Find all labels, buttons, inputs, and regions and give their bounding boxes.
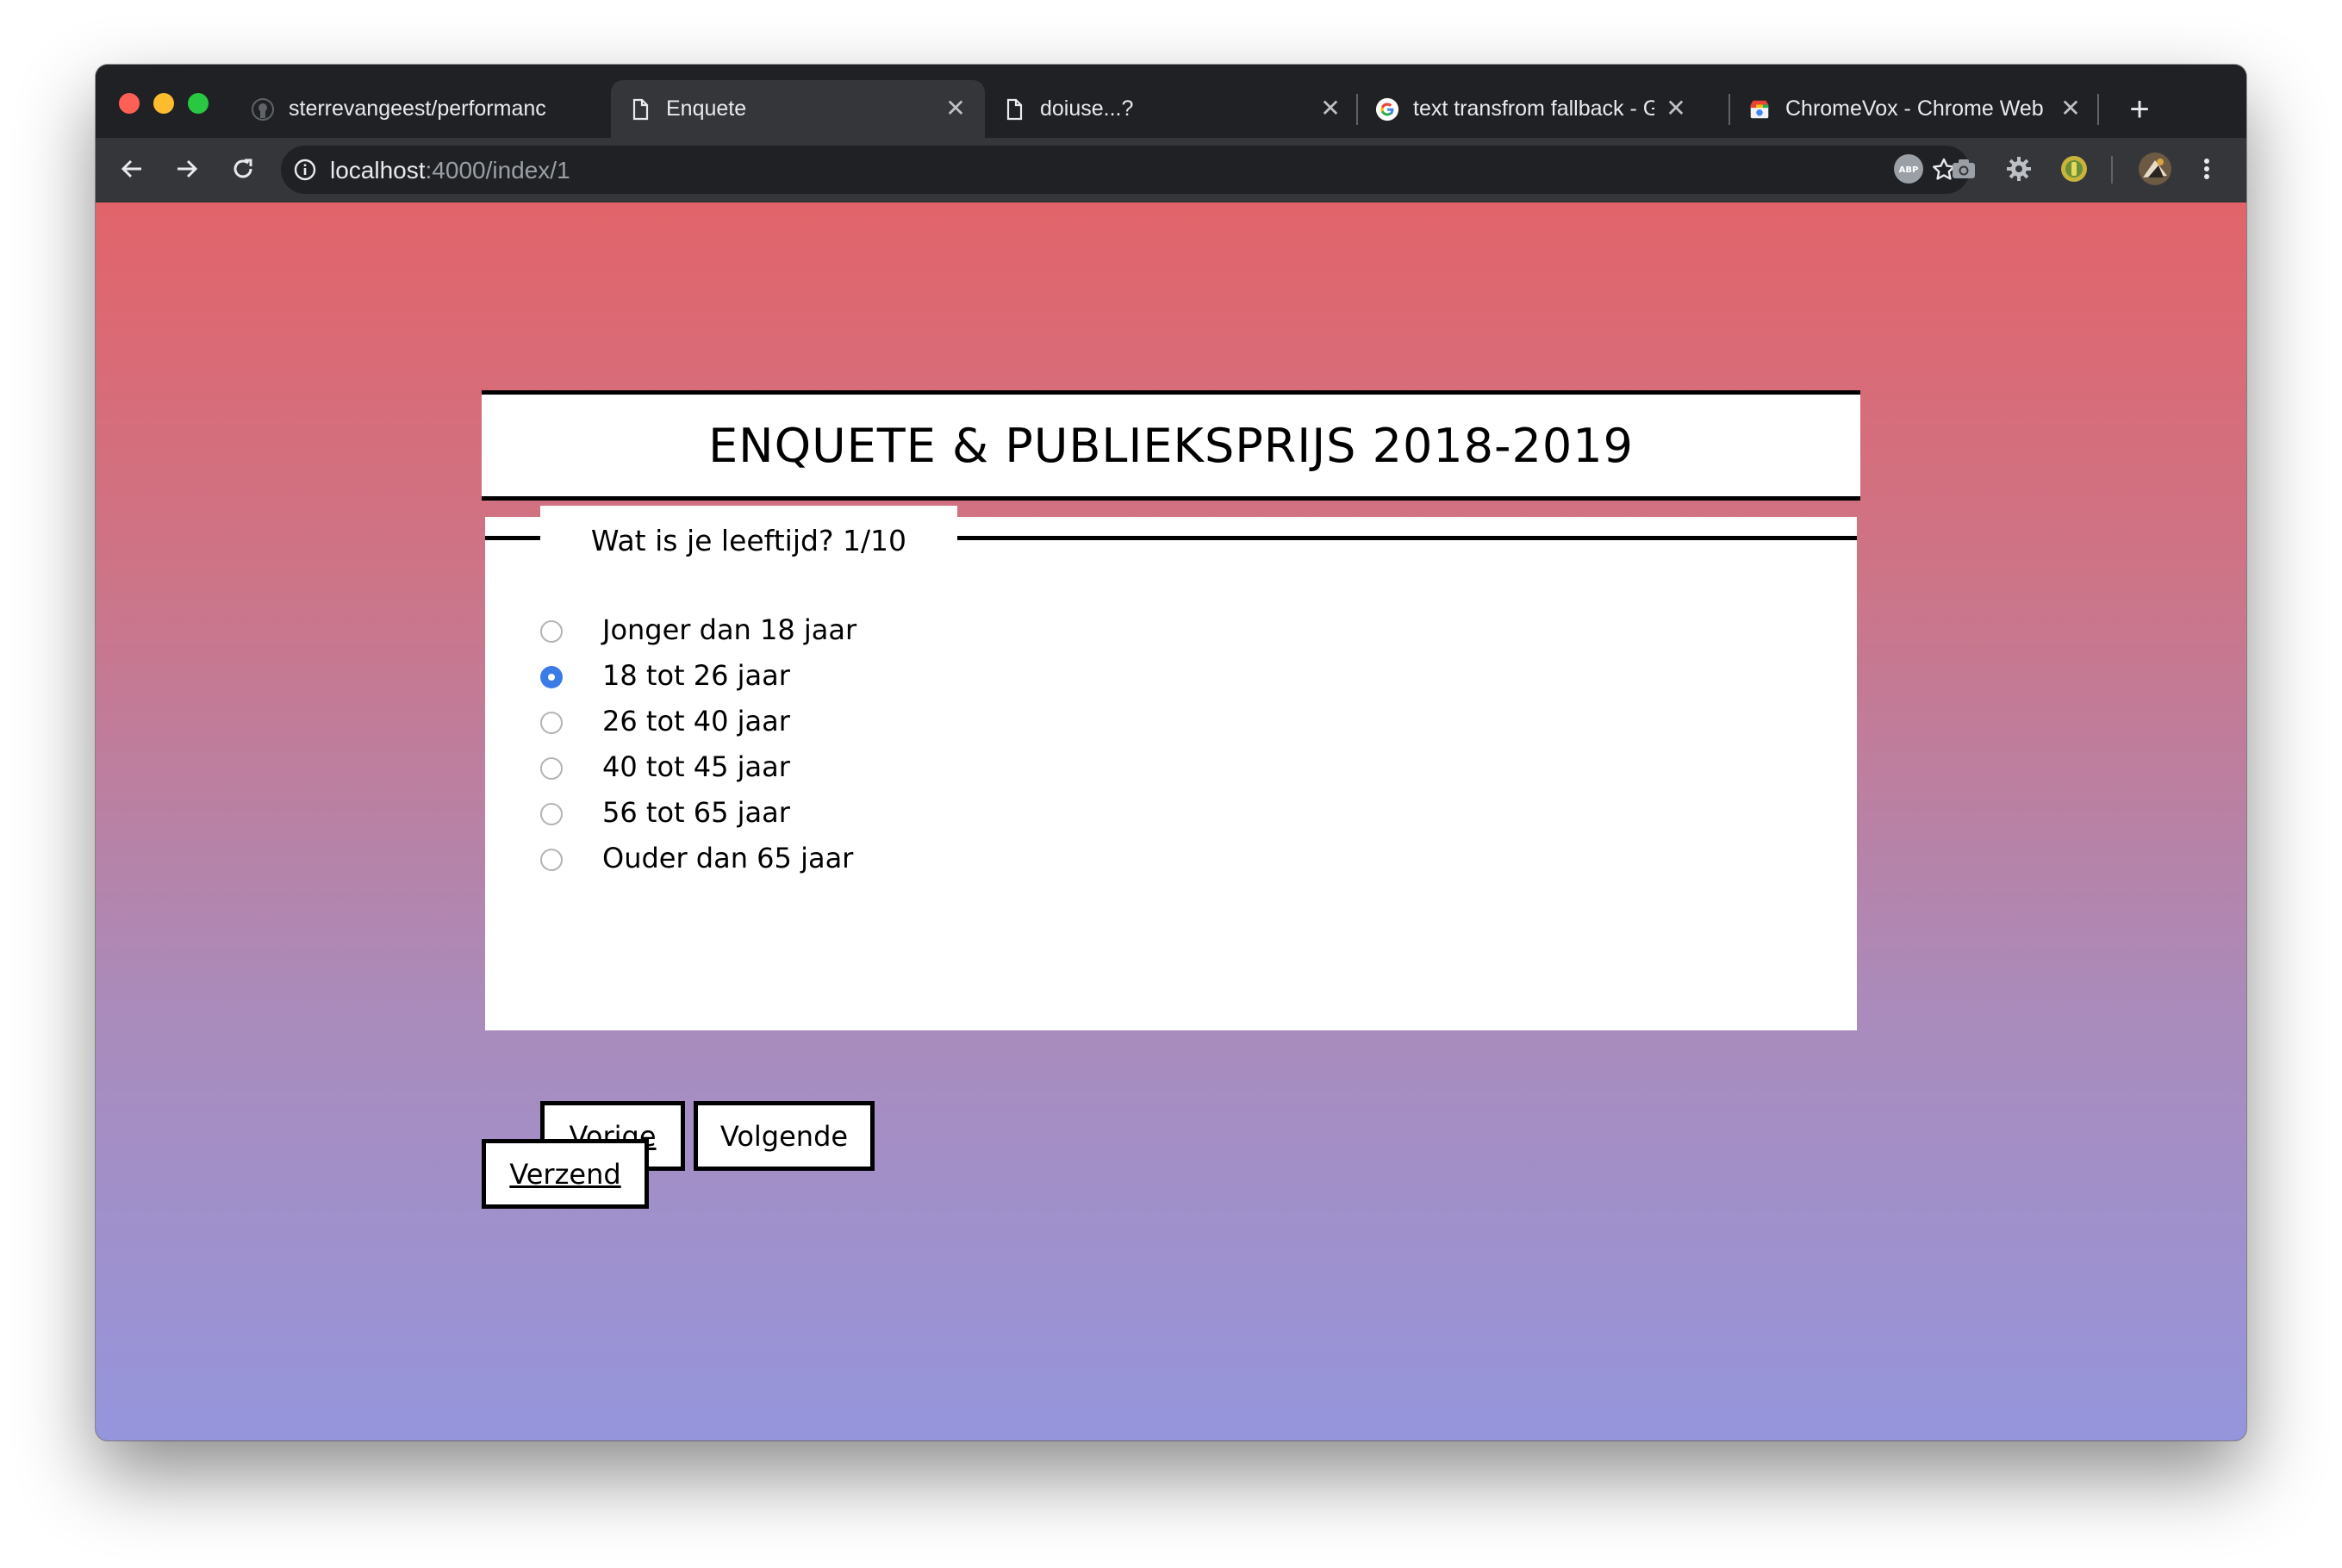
page-header: ENQUETE & PUBLIEKSPRIJS 2018-2019 xyxy=(482,390,1860,501)
close-tab-icon[interactable]: ✕ xyxy=(1664,96,1688,121)
extension-icon[interactable] xyxy=(2059,154,2089,184)
tab-google-search[interactable]: text transfrom fallback - Go ✕ xyxy=(1358,80,1730,138)
question-text: Wat is je leeftijd? 1/10 xyxy=(590,524,907,557)
option-label[interactable]: Ouder dan 65 jaar xyxy=(602,842,853,874)
info-icon[interactable] xyxy=(293,158,317,182)
radio-button[interactable] xyxy=(540,848,563,871)
radio-button[interactable] xyxy=(540,711,563,734)
tab-title: sterrevangeest/performanc xyxy=(289,96,546,121)
maximize-window-button[interactable] xyxy=(188,93,209,114)
browser-window: sterrevangeest/performanc ✕ Enquete ✕ do… xyxy=(96,65,2246,1440)
document-icon xyxy=(1002,97,1026,121)
tab-separator xyxy=(2097,94,2099,125)
option-row[interactable]: 40 tot 45 jaar xyxy=(540,744,856,789)
page-title: ENQUETE & PUBLIEKSPRIJS 2018-2019 xyxy=(708,418,1634,473)
option-row[interactable]: Jonger dan 18 jaar xyxy=(540,607,856,652)
github-icon xyxy=(251,97,275,121)
radio-button[interactable] xyxy=(540,619,563,643)
tab-enquete[interactable]: Enquete ✕ xyxy=(611,80,985,138)
chrome-menu-button[interactable] xyxy=(2188,150,2226,188)
next-button[interactable]: Volgende xyxy=(694,1101,875,1171)
tab-title: text transfrom fallback - Go xyxy=(1413,96,1654,121)
camera-icon[interactable] xyxy=(1949,154,1978,184)
forward-button[interactable] xyxy=(168,150,206,188)
url-path: :4000/index/1 xyxy=(425,157,570,184)
toolbar-divider xyxy=(2111,156,2113,184)
option-row[interactable]: 26 tot 40 jaar xyxy=(540,698,856,744)
submit-button[interactable]: Verzend xyxy=(482,1139,649,1209)
question-fieldset: Wat is je leeftijd? 1/10 Jonger dan 18 j… xyxy=(485,506,1857,1171)
more-vert-icon xyxy=(2204,159,2209,179)
options-list: Jonger dan 18 jaar 18 tot 26 jaar 26 tot… xyxy=(540,607,856,880)
option-label[interactable]: 26 tot 40 jaar xyxy=(602,705,790,737)
tab-title: doiuse...? xyxy=(1040,96,1134,121)
option-row[interactable]: 18 tot 26 jaar xyxy=(540,652,856,698)
tab-title: Enquete xyxy=(666,96,747,121)
radio-button[interactable] xyxy=(540,756,563,780)
option-label[interactable]: Jonger dan 18 jaar xyxy=(602,613,856,646)
back-arrow-icon xyxy=(121,159,141,178)
option-label[interactable]: 40 tot 45 jaar xyxy=(602,750,790,783)
close-tab-icon[interactable]: ✕ xyxy=(944,96,968,121)
chrome-web-store-icon xyxy=(1747,97,1772,121)
tab-doiuse[interactable]: doiuse...? ✕ xyxy=(985,80,1355,138)
option-row[interactable]: Ouder dan 65 jaar xyxy=(540,835,856,880)
abp-icon[interactable]: ABP xyxy=(1894,154,1923,184)
browser-toolbar: localhost:4000/index/1 ABP xyxy=(96,138,2246,202)
forward-arrow-icon xyxy=(178,159,198,178)
option-label[interactable]: 56 tot 65 jaar xyxy=(602,796,790,829)
profile-avatar[interactable] xyxy=(2138,152,2172,186)
url-host: localhost xyxy=(330,157,426,184)
back-button[interactable] xyxy=(113,150,151,188)
address-bar[interactable]: localhost:4000/index/1 xyxy=(281,146,1970,194)
question-legend: Wat is je leeftijd? 1/10 xyxy=(540,506,957,557)
document-icon xyxy=(628,97,652,121)
close-window-button[interactable] xyxy=(119,93,140,114)
option-label[interactable]: 18 tot 26 jaar xyxy=(602,659,790,692)
google-icon xyxy=(1375,97,1399,121)
radio-button-checked[interactable] xyxy=(540,665,563,688)
close-tab-icon[interactable]: ✕ xyxy=(2059,96,2083,121)
gear-icon[interactable] xyxy=(2004,154,2034,184)
tab-strip: sterrevangeest/performanc ✕ Enquete ✕ do… xyxy=(96,65,2246,138)
tab-title: ChromeVox - Chrome Web xyxy=(1785,96,2044,121)
reload-button[interactable] xyxy=(224,150,262,188)
close-tab-icon[interactable]: ✕ xyxy=(1318,96,1342,121)
option-row[interactable]: 56 tot 65 jaar xyxy=(540,789,856,835)
tab-chromevox[interactable]: ChromeVox - Chrome Web ✕ xyxy=(1730,80,2101,138)
page-viewport: ENQUETE & PUBLIEKSPRIJS 2018-2019 Wat is… xyxy=(96,202,2246,1440)
radio-button[interactable] xyxy=(540,802,563,825)
svg-text:ABP: ABP xyxy=(1899,165,1919,175)
minimize-window-button[interactable] xyxy=(153,93,174,114)
url-text[interactable]: localhost:4000/index/1 xyxy=(330,157,570,184)
new-tab-button[interactable]: + xyxy=(2122,92,2157,127)
reload-icon xyxy=(234,159,252,178)
